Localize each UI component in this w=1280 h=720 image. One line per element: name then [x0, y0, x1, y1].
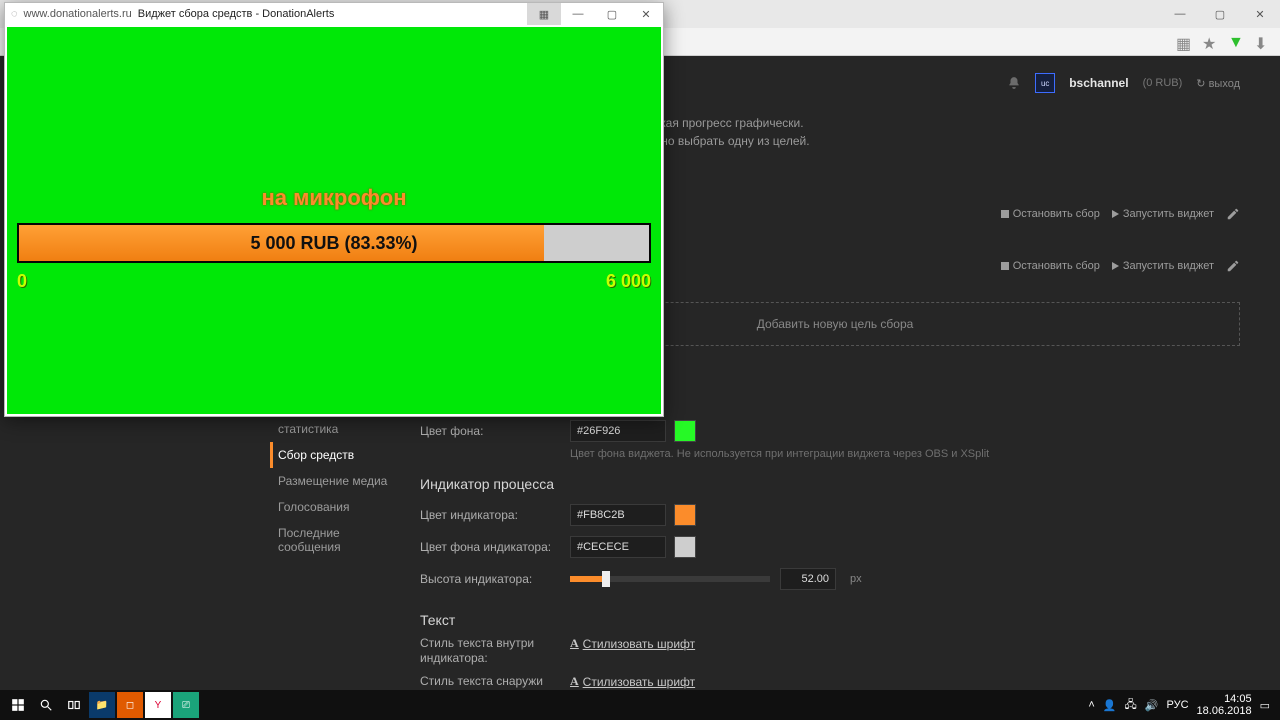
text-outer-label: Стиль текста снаружи [420, 674, 570, 689]
stylize-outer-link[interactable]: AСтилизовать шрифт [570, 674, 695, 689]
popup-title: Виджет сбора средств - DonationAlerts [138, 8, 335, 20]
popup-settings-button[interactable]: ▦ [527, 3, 561, 25]
taskview-icon[interactable] [60, 691, 88, 719]
search-icon[interactable] [32, 691, 60, 719]
download-icon[interactable]: ⬇ [1254, 34, 1270, 50]
tray-network-icon[interactable]: 🖧 [1125, 696, 1137, 715]
goal-min: 0 [17, 271, 27, 292]
tray-volume-icon[interactable]: 🔊 [1145, 699, 1159, 712]
unit-px: px [850, 573, 862, 585]
window-maximize[interactable]: ▢ [1200, 0, 1240, 28]
tray-chevron-icon[interactable]: ˄ [1088, 699, 1094, 711]
sidebar-item-messages[interactable]: Последние сообщения [270, 520, 410, 560]
bg-color-label: Цвет фона: [420, 424, 570, 438]
popup-titlebar[interactable]: ◌ www.donationalerts.ru Виджет сбора сре… [5, 3, 663, 25]
indicator-bg-input[interactable] [570, 536, 666, 558]
extensions-icon[interactable]: ▦ [1176, 34, 1192, 50]
tray-date: 18.06.2018 [1197, 705, 1252, 717]
indicator-color-swatch[interactable] [674, 504, 696, 526]
bg-color-swatch[interactable] [674, 420, 696, 442]
widget-settings: Цвет фона: Цвет фона виджета. Не использ… [420, 416, 1240, 691]
indicator-height-label: Высота индикатора: [420, 572, 570, 586]
globe-icon: ◌ [11, 8, 18, 20]
shield-icon[interactable]: ▼ [1228, 34, 1244, 50]
indicator-section-title: Индикатор процесса [420, 476, 1240, 492]
indicator-height-input[interactable] [780, 568, 836, 590]
edit-icon[interactable] [1226, 259, 1240, 273]
favorite-icon[interactable]: ★ [1202, 34, 1218, 50]
stylize-inner-link[interactable]: AСтилизовать шрифт [570, 636, 695, 651]
sidebar-item-stats[interactable]: статистика [270, 416, 410, 442]
indicator-bg-swatch[interactable] [674, 536, 696, 558]
taskbar-app[interactable]: 📁 [89, 692, 115, 718]
goal-title: на микрофон [7, 185, 661, 211]
run-widget-button[interactable]: Запустить виджет [1112, 260, 1214, 272]
widget-canvas: на микрофон 5 000 RUB (83.33%) 0 6 000 [7, 27, 661, 414]
tray-user-icon[interactable]: 👤 [1103, 699, 1117, 712]
text-section-title: Текст [420, 612, 1240, 628]
popup-close[interactable]: ✕ [629, 3, 663, 25]
goal-max: 6 000 [606, 271, 651, 292]
start-button[interactable] [4, 691, 32, 719]
sidebar-item-fundraising[interactable]: Сбор средств [270, 442, 410, 468]
tray-time: 14:05 [1197, 693, 1252, 705]
sidebar-nav: статистика Сбор средств Размещение медиа… [270, 416, 410, 560]
widget-preview-window: ◌ www.donationalerts.ru Виджет сбора сре… [4, 2, 664, 417]
logout-link[interactable]: ↻ выход [1196, 77, 1240, 90]
run-widget-button[interactable]: Запустить виджет [1112, 208, 1214, 220]
bell-icon[interactable] [1007, 76, 1021, 90]
username[interactable]: bschannel [1069, 76, 1128, 90]
edit-icon[interactable] [1226, 207, 1240, 221]
bg-color-hint: Цвет фона виджета. Не используется при и… [570, 448, 1240, 460]
stop-collection-button[interactable]: Остановить сбор [1001, 208, 1100, 220]
goal-progress-label: 5 000 RUB (83.33%) [19, 225, 649, 261]
popup-maximize[interactable]: ▢ [595, 3, 629, 25]
os-taskbar: 📁 ◻ Y ⎚ ˄ 👤 🖧 🔊 РУС 14:05 18.06.2018 ▭ [0, 690, 1280, 720]
text-inner-label: Стиль текста внутри индикатора: [420, 636, 570, 666]
tray-language[interactable]: РУС [1167, 699, 1189, 711]
indicator-color-label: Цвет индикатора: [420, 508, 570, 522]
taskbar-app[interactable]: Y [145, 692, 171, 718]
window-close[interactable]: ✕ [1240, 0, 1280, 28]
system-tray: ˄ 👤 🖧 🔊 РУС 14:05 18.06.2018 ▭ [1088, 693, 1276, 717]
popup-url: www.donationalerts.ru [24, 8, 132, 20]
indicator-height-slider[interactable] [570, 576, 770, 582]
stop-collection-button[interactable]: Остановить сбор [1001, 260, 1100, 272]
sidebar-item-polls[interactable]: Голосования [270, 494, 410, 520]
indicator-bg-label: Цвет фона индикатора: [420, 540, 570, 554]
user-balance: (0 RUB) [1143, 77, 1183, 89]
tray-clock[interactable]: 14:05 18.06.2018 [1197, 693, 1252, 717]
popup-minimize[interactable]: — [561, 3, 595, 25]
bg-color-input[interactable] [570, 420, 666, 442]
goal-progress-bar: 5 000 RUB (83.33%) [17, 223, 651, 263]
sidebar-item-media[interactable]: Размещение медиа [270, 468, 410, 494]
taskbar-app[interactable]: ◻ [117, 692, 143, 718]
indicator-color-input[interactable] [570, 504, 666, 526]
window-minimize[interactable]: — [1160, 0, 1200, 28]
tray-notifications-icon[interactable]: ▭ [1260, 699, 1270, 712]
taskbar-app[interactable]: ⎚ [173, 692, 199, 718]
avatar[interactable]: uc [1035, 73, 1055, 93]
